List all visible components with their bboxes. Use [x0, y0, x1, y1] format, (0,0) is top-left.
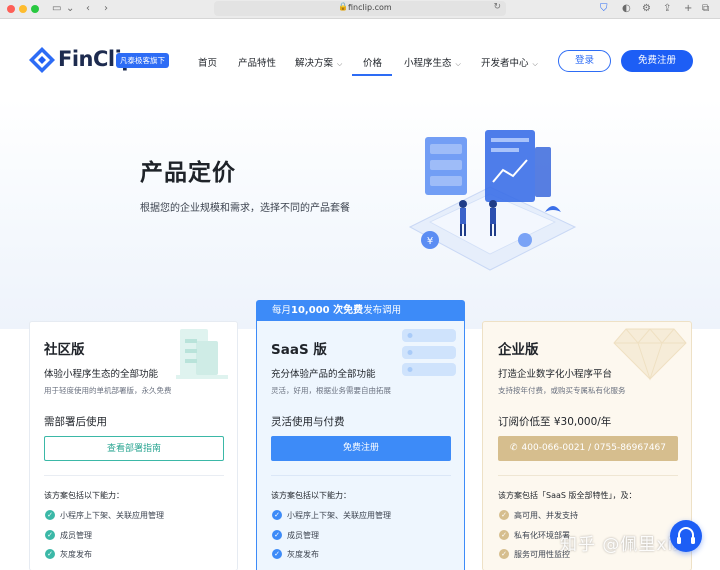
check-icon: ✓ — [272, 530, 282, 540]
check-icon: ✓ — [45, 510, 55, 520]
banner-prefix: 每月 — [272, 305, 292, 316]
zoom-window-button[interactable] — [31, 5, 39, 13]
plan-includes-label: 该方案包括以下能力： — [271, 491, 351, 500]
address-bar[interactable]: 🔒 finclip.com ↻ — [214, 1, 506, 16]
plan-title: 企业版 — [498, 342, 539, 358]
privacy-icon[interactable]: ◐ — [622, 2, 631, 16]
check-icon: ✓ — [45, 530, 55, 540]
chevron-down-icon: ⌵ — [337, 60, 343, 68]
plan-price: 需部署后使用 — [44, 416, 107, 428]
server-list-icon — [402, 329, 456, 376]
plan-feature: 灰度发布 — [287, 550, 319, 559]
nav-developer-label: 开发者中心 — [481, 58, 529, 69]
share-icon[interactable]: ⇪ — [663, 2, 671, 16]
plan-price: 订阅价低至 ¥30,000/年 — [498, 416, 612, 428]
nav-features-label: 产品特性 — [238, 58, 277, 69]
lock-icon: 🔒 — [338, 2, 348, 11]
hero-section — [0, 99, 720, 329]
page-title: 产品定价 — [140, 160, 236, 186]
phone-icon: ✆ — [509, 443, 518, 453]
headset-icon — [677, 527, 695, 544]
svg-text:¥: ¥ — [427, 236, 433, 247]
diamond-icon — [613, 328, 687, 381]
plan-feature: 灰度发布 — [60, 550, 92, 559]
free-register-button[interactable]: 免费注册 — [621, 50, 693, 72]
close-window-button[interactable] — [7, 5, 15, 13]
forward-icon[interactable]: › — [104, 2, 108, 16]
view-deploy-guide-button[interactable]: 查看部署指南 — [44, 436, 224, 461]
chevron-down-icon: ⌵ — [455, 60, 461, 68]
minimize-window-button[interactable] — [19, 5, 27, 13]
chevron-down-icon[interactable]: ⌄ — [66, 2, 74, 16]
plan-description: 灵活，好用，根据业务需要自由拓展 — [271, 386, 391, 395]
nav-solutions-label: 解决方案 — [295, 58, 334, 69]
chevron-down-icon: ⌵ — [532, 60, 538, 68]
contact-phone-label: 400-066-0021 / 0755-86967467 — [521, 443, 667, 453]
check-icon: ✓ — [499, 530, 509, 540]
reload-icon[interactable]: ↻ — [493, 2, 501, 12]
nav-ecosystem[interactable]: 小程序生态 ⌵ — [404, 55, 461, 69]
plan-feature: 小程序上下架、关联应用管理 — [60, 511, 164, 520]
login-button[interactable]: 登录 — [558, 50, 611, 72]
check-icon: ✓ — [499, 510, 509, 520]
plan-feature: 高可用、并发支持 — [514, 511, 578, 520]
finclip-logo-icon[interactable] — [28, 46, 56, 74]
contact-phone-button[interactable]: ✆ 400-066-0021 / 0755-86967467 — [498, 436, 678, 461]
saas-promo-banner: 每月10,000 次免费发布调用 — [256, 300, 465, 321]
shield-icon[interactable]: ⛉ — [600, 2, 608, 16]
divider — [498, 475, 678, 476]
document-icon — [176, 329, 228, 379]
banner-suffix: 发布调用 — [363, 305, 402, 316]
divider — [271, 475, 451, 476]
new-tab-icon[interactable]: + — [684, 2, 692, 16]
check-icon: ✓ — [272, 510, 282, 520]
plan-slogan: 体验小程序生态的全部功能 — [44, 369, 159, 380]
sidebar-toggle-icon[interactable]: ▭ — [52, 2, 61, 16]
saas-register-button[interactable]: 免费注册 — [271, 436, 451, 461]
back-icon[interactable]: ‹ — [86, 2, 90, 16]
nav-solutions[interactable]: 解决方案 ⌵ — [295, 55, 342, 69]
plan-description: 支持按年付费，或购买专属私有化服务 — [498, 386, 626, 395]
nav-pricing[interactable]: 价格 — [363, 55, 382, 69]
address-url: finclip.com — [348, 3, 392, 12]
nav-ecosystem-label: 小程序生态 — [404, 58, 452, 69]
plan-title: SaaS 版 — [271, 342, 327, 358]
customer-service-button[interactable] — [670, 520, 702, 552]
plan-title: 社区版 — [44, 342, 85, 358]
plan-price: 灵活使用与付费 — [271, 416, 345, 428]
pricing-illustration: ¥ — [408, 130, 577, 271]
banner-highlight: 10,000 次免费 — [291, 305, 364, 316]
plan-includes-label: 该方案包括以下能力： — [44, 491, 124, 500]
divider — [44, 475, 224, 476]
plan-includes-label: 该方案包括「SaaS 版全部特性」，及： — [498, 491, 637, 500]
nav-developer[interactable]: 开发者中心 ⌵ — [481, 55, 538, 69]
check-icon: ✓ — [272, 549, 282, 559]
nav-pricing-label: 价格 — [363, 58, 383, 69]
browser-toolbar: ▭ ⌄ ‹ › 🔒 finclip.com ↻ ⛉ ◐ ⚙ ⇪ + ⧉ — [0, 0, 720, 19]
check-icon: ✓ — [45, 549, 55, 559]
plan-slogan: 充分体验产品的全部功能 — [271, 369, 376, 380]
nav-home-label: 首页 — [198, 58, 218, 69]
plan-description: 用于轻度使用的单机部署版，永久免费 — [44, 386, 172, 395]
plan-feature: 小程序上下架、关联应用管理 — [287, 511, 391, 520]
nav-home[interactable]: 首页 — [198, 55, 217, 69]
nav-active-indicator — [352, 74, 392, 76]
tab-overview-icon[interactable]: ⧉ — [702, 2, 709, 16]
page-subtitle: 根据您的企业规模和需求，选择不同的产品套餐 — [140, 203, 350, 214]
logo-badge: 凡泰极客旗下 — [116, 53, 169, 68]
plan-feature: 成员管理 — [287, 531, 319, 540]
plan-feature: 成员管理 — [60, 531, 92, 540]
nav-features[interactable]: 产品特性 — [238, 55, 276, 69]
gear-icon[interactable]: ⚙ — [642, 2, 651, 16]
plan-slogan: 打造企业数字化小程序平台 — [498, 369, 613, 380]
check-icon: ✓ — [499, 549, 509, 559]
